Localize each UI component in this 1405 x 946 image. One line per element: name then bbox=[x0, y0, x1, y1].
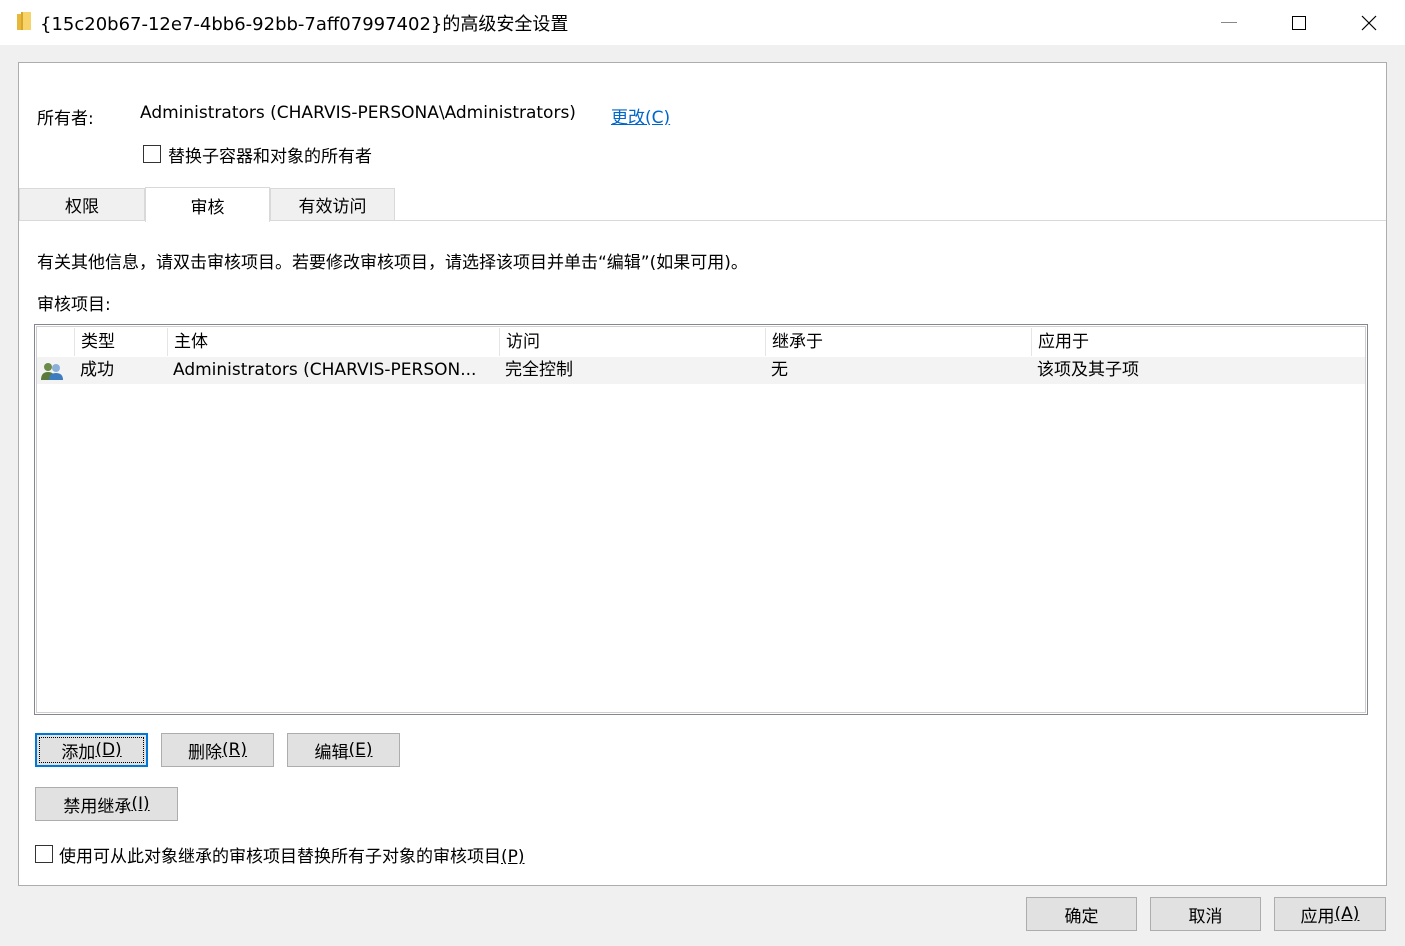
ok-button[interactable]: 确定 bbox=[1026, 897, 1137, 931]
cell-type: 成功 bbox=[80, 360, 114, 380]
replace-owner-label[interactable]: 替换子容器和对象的所有者 bbox=[168, 142, 372, 167]
cancel-button[interactable]: 取消 bbox=[1150, 897, 1261, 931]
cell-applies-to: 该项及其子项 bbox=[1037, 360, 1139, 380]
column-header-applies-to[interactable]: 应用于 bbox=[1031, 328, 1365, 356]
apply-label: 应用 bbox=[1300, 906, 1335, 927]
window-title: {15c20b67-12e7-4bb6-92bb-7aff07997402}的高… bbox=[40, 14, 569, 35]
replace-audit-shortcut: (P) bbox=[501, 847, 525, 867]
audit-info-text: 有关其他信息，请双击审核项目。若要修改审核项目，请选择该项目并单击“编辑”(如果… bbox=[37, 253, 748, 273]
edit-shortcut: (E) bbox=[348, 740, 373, 760]
remove-button[interactable]: 删除 (R) bbox=[161, 733, 274, 767]
column-header-icon[interactable] bbox=[37, 328, 74, 356]
change-owner-link[interactable]: 更改(C) bbox=[611, 103, 670, 128]
maximize-button[interactable] bbox=[1264, 0, 1334, 45]
ok-label: 确定 bbox=[1064, 906, 1099, 927]
column-header-access[interactable]: 访问 bbox=[499, 328, 765, 356]
replace-audit-checkbox[interactable] bbox=[35, 845, 53, 863]
remove-shortcut: (R) bbox=[221, 740, 248, 760]
owner-label: 所有者: bbox=[37, 109, 94, 129]
remove-label: 删除 bbox=[187, 742, 222, 763]
tab-audit[interactable]: 审核 bbox=[145, 187, 270, 222]
cell-inherited-from: 无 bbox=[771, 360, 788, 380]
maximize-icon bbox=[1292, 15, 1306, 30]
tab-label: 审核 bbox=[190, 197, 225, 218]
replace-audit-label[interactable]: 使用可从此对象继承的审核项目替换所有子对象的审核项目(P) bbox=[59, 842, 525, 867]
apply-shortcut: (A) bbox=[1334, 904, 1360, 924]
folder-icon bbox=[17, 12, 31, 30]
tab-label: 权限 bbox=[65, 197, 99, 217]
close-icon bbox=[1361, 15, 1377, 30]
tab-permissions[interactable]: 权限 bbox=[19, 188, 145, 220]
column-header-type[interactable]: 类型 bbox=[74, 328, 167, 356]
minimize-button[interactable] bbox=[1194, 0, 1264, 45]
close-button[interactable] bbox=[1334, 0, 1404, 45]
cancel-label: 取消 bbox=[1188, 906, 1223, 927]
add-shortcut: (D) bbox=[95, 740, 122, 760]
cell-access: 完全控制 bbox=[505, 360, 573, 380]
column-header-principal[interactable]: 主体 bbox=[167, 328, 499, 356]
disable-inheritance-label: 禁用继承 bbox=[63, 796, 132, 817]
apply-button[interactable]: 应用 (A) bbox=[1274, 897, 1386, 931]
edit-button[interactable]: 编辑 (E) bbox=[287, 733, 400, 767]
replace-audit-text: 使用可从此对象继承的审核项目替换所有子对象的审核项目 bbox=[59, 847, 501, 867]
add-label: 添加 bbox=[61, 742, 96, 763]
users-icon bbox=[40, 361, 64, 381]
disable-inheritance-shortcut: (I) bbox=[131, 794, 150, 814]
owner-value: Administrators (CHARVIS-PERSONA\Administ… bbox=[140, 103, 576, 123]
replace-owner-checkbox[interactable] bbox=[143, 145, 161, 163]
audit-entries-label: 审核项目: bbox=[37, 295, 111, 315]
cell-principal: Administrators (CHARVIS-PERSON... bbox=[173, 360, 477, 380]
add-button[interactable]: 添加 (D) bbox=[35, 733, 148, 767]
column-header-inherited-from[interactable]: 继承于 bbox=[765, 328, 1031, 356]
edit-label: 编辑 bbox=[314, 742, 349, 763]
list-inner-border bbox=[36, 326, 1366, 713]
tab-label: 有效访问 bbox=[298, 197, 367, 217]
disable-inheritance-button[interactable]: 禁用继承 (I) bbox=[35, 787, 178, 821]
tab-effective-access[interactable]: 有效访问 bbox=[270, 188, 395, 220]
minimize-icon bbox=[1221, 22, 1237, 23]
